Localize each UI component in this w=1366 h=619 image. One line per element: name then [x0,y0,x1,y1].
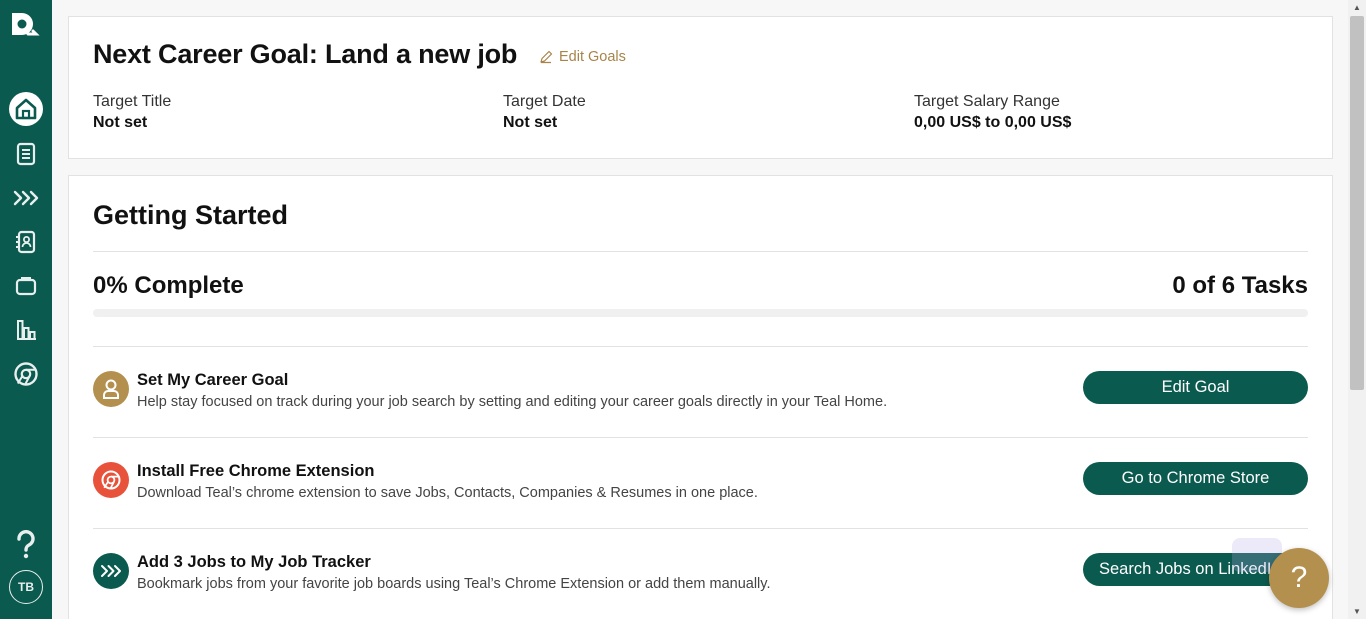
task-item-job-tracker: Add 3 Jobs to My Job Tracker Bookmark jo… [93,529,1308,619]
scroll-up-arrow-icon[interactable]: ▲ [1353,3,1361,12]
target-date-value: Not set [503,114,558,131]
scrollbar[interactable]: ▲ ▼ [1348,0,1366,619]
target-title-field: Target Title Not set [93,93,171,132]
task-title: Install Free Chrome Extension [137,462,375,480]
sidebar: TB [0,0,52,619]
briefcase-icon[interactable] [0,274,52,298]
task-description: Download Teal’s chrome extension to save… [137,485,758,501]
teal-logo-icon[interactable] [0,10,52,44]
target-salary-value: 0,00 US$ to 0,00 US$ [914,114,1072,131]
task-title: Set My Career Goal [137,371,289,389]
edit-goals-link[interactable]: Edit Goals [539,49,626,65]
target-salary-label: Target Salary Range [914,93,1060,110]
task-item-chrome-extension: Install Free Chrome Extension Download T… [93,438,1308,528]
chevrons-icon [93,553,129,589]
avatar[interactable]: TB [0,570,52,604]
avatar-initials: TB [9,570,43,604]
target-date-label: Target Date [503,93,586,110]
document-icon[interactable] [0,142,52,166]
chart-icon[interactable] [0,318,52,342]
pencil-icon [540,50,553,64]
task-title: Add 3 Jobs to My Job Tracker [137,553,371,571]
home-icon[interactable] [0,91,52,127]
progress-bar [93,309,1308,317]
main-content: Next Career Goal: Land a new job Edit Go… [52,0,1348,619]
task-item-career-goal: Set My Career Goal Help stay focused on … [93,347,1308,437]
help-icon[interactable] [0,530,52,560]
contacts-icon[interactable] [0,230,52,254]
divider [93,251,1308,252]
task-description: Bookmark jobs from your favorite job boa… [137,576,771,592]
getting-started-card: Getting Started 0% Complete 0 of 6 Tasks… [68,175,1333,619]
edit-goal-button[interactable]: Edit Goal [1083,371,1308,404]
career-goal-card: Next Career Goal: Land a new job Edit Go… [68,16,1333,159]
task-description: Help stay focused on track during your j… [137,394,888,410]
chrome-icon[interactable] [0,361,52,387]
target-title-value: Not set [93,114,148,131]
chrome-icon [93,462,129,498]
percent-complete: 0% Complete [93,272,244,299]
target-title-label: Target Title [93,93,172,110]
getting-started-title: Getting Started [93,200,289,230]
scroll-down-arrow-icon[interactable]: ▼ [1353,607,1361,616]
edit-goals-label: Edit Goals [559,49,626,65]
career-goal-title: Next Career Goal: Land a new job [93,39,518,69]
chevrons-icon[interactable] [0,187,52,209]
task-count: 0 of 6 Tasks [1172,272,1308,299]
person-icon [93,371,129,407]
help-chat-button[interactable]: ? [1269,548,1329,608]
target-salary-field: Target Salary Range 0,00 US$ to 0,00 US$ [914,93,1071,132]
scrollbar-thumb[interactable] [1350,16,1364,390]
target-date-field: Target Date Not set [503,93,586,132]
chrome-store-button[interactable]: Go to Chrome Store [1083,462,1308,495]
